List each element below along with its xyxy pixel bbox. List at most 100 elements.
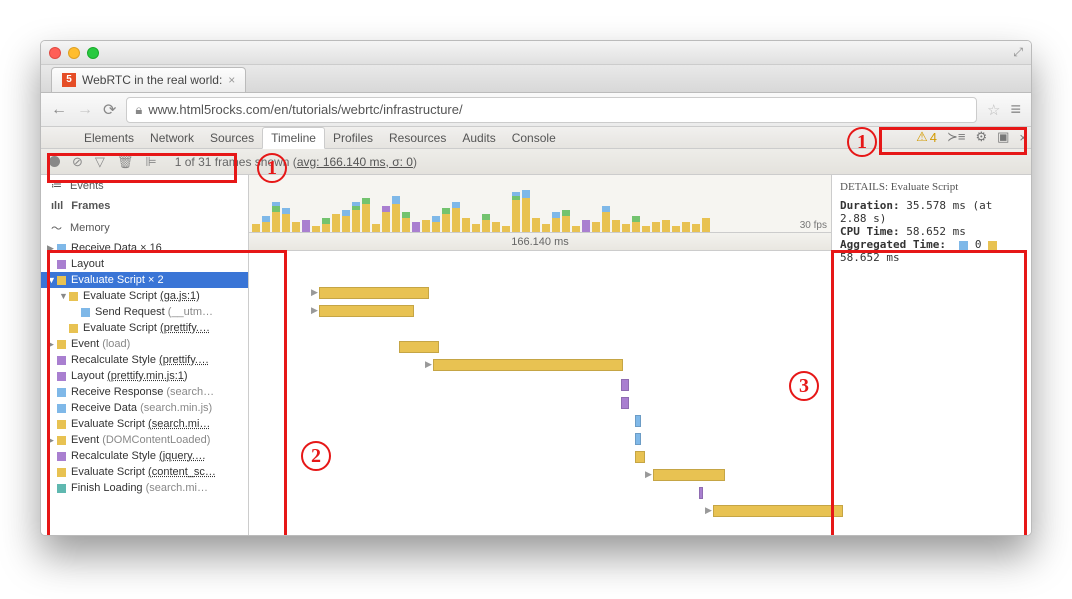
devtools-tab-sources[interactable]: Sources [202, 128, 262, 148]
warning-badge[interactable]: ⚠4 [916, 129, 937, 145]
address-bar[interactable]: 🔒︎ www.html5rocks.com/en/tutorials/webrt… [126, 97, 977, 123]
html5-favicon: 5 [62, 73, 76, 87]
console-toggle-icon[interactable]: ≻≡ [947, 129, 965, 145]
minimize-window-icon[interactable] [68, 47, 80, 59]
record-color-chip [57, 468, 66, 477]
mode-memory[interactable]: 〜Memory [41, 216, 248, 240]
overview-bar [602, 206, 610, 232]
record-icon[interactable] [49, 156, 60, 167]
record-row[interactable]: ▼Evaluate Script × 2 [41, 272, 248, 288]
reload-icon[interactable]: ⟳ [103, 100, 116, 120]
record-text: Receive Data × 16 [71, 242, 162, 254]
flame-disclosure-icon[interactable]: ▶ [311, 287, 318, 298]
frames-view-icon[interactable]: ⊫ [145, 154, 156, 170]
settings-gear-icon[interactable]: ⚙ [975, 129, 987, 145]
record-text: Evaluate Script × 2 [71, 274, 164, 286]
flame-disclosure-icon[interactable]: ▶ [645, 469, 652, 480]
browser-tab[interactable]: 5 WebRTC in the real world: × [51, 67, 246, 92]
overview-bar [352, 202, 360, 232]
flame-segment[interactable] [635, 415, 641, 427]
flame-segment[interactable] [653, 469, 725, 481]
browser-tabstrip: 5 WebRTC in the real world: × [41, 65, 1031, 93]
overview-bar [302, 220, 310, 232]
flame-segment[interactable] [433, 359, 623, 371]
record-color-chip [57, 340, 66, 349]
left-panel: ≔Events ılılFrames 〜Memory ▶Receive Data… [41, 175, 249, 535]
record-row[interactable]: Layout (prettify.min.js:1) [41, 368, 248, 384]
flame-chart[interactable]: ▶ ▶ ▶ ▶ ▶ [249, 251, 831, 535]
overview-bar [362, 198, 370, 232]
devtools-tab-profiles[interactable]: Profiles [325, 128, 381, 148]
devtools-tab-console[interactable]: Console [504, 128, 564, 148]
record-color-chip [57, 484, 66, 493]
record-row[interactable]: Send Request (__utm… [41, 304, 248, 320]
forward-icon[interactable]: → [77, 101, 93, 119]
mode-frames[interactable]: ılılFrames [41, 196, 248, 216]
flame-segment[interactable] [399, 341, 439, 353]
fullscreen-icon[interactable]: ⤢ [1013, 45, 1023, 60]
record-text: Send Request (__utm… [95, 306, 213, 318]
bookmark-icon[interactable]: ☆ [987, 101, 1000, 119]
record-row[interactable]: ▶Event (load) [41, 336, 248, 352]
overview-bar [332, 214, 340, 232]
record-text: Event (DOMContentLoaded) [71, 434, 210, 446]
record-text: Recalculate Style (jquery.… [71, 450, 206, 462]
flame-segment[interactable] [635, 451, 645, 463]
details-panel: DETAILS: Evaluate Script Duration: 35.57… [831, 175, 1031, 535]
clear-icon[interactable]: ⊘ [72, 154, 83, 170]
devtools-tab-resources[interactable]: Resources [381, 128, 454, 148]
overview-bar [662, 220, 670, 232]
devtools-tabbar: ElementsNetworkSourcesTimelineProfilesRe… [41, 127, 1031, 149]
dock-icon[interactable]: ▣ [997, 129, 1009, 145]
filter-icon[interactable]: ▽ [95, 154, 105, 170]
timeline-modes: ≔Events ılılFrames 〜Memory [41, 175, 248, 240]
flame-segment[interactable] [319, 305, 414, 317]
flame-segment[interactable] [635, 433, 641, 445]
chip-loading [959, 241, 968, 250]
zoom-window-icon[interactable] [87, 47, 99, 59]
overview-bar [582, 220, 590, 232]
record-color-chip [57, 244, 66, 253]
devtools-tab-timeline[interactable]: Timeline [262, 127, 325, 149]
record-row[interactable]: Evaluate Script (search.mi… [41, 416, 248, 432]
globe-icon: 🔒︎ [135, 102, 142, 118]
mode-events[interactable]: ≔Events [41, 175, 248, 196]
record-row[interactable]: Receive Response (search… [41, 384, 248, 400]
record-row[interactable]: Evaluate Script (content_sc… [41, 464, 248, 480]
flame-segment[interactable] [699, 487, 703, 499]
chrome-menu-icon[interactable]: ≡ [1010, 99, 1021, 120]
devtools-tab-elements[interactable]: Elements [76, 128, 142, 148]
record-row[interactable]: Receive Data (search.min.js) [41, 400, 248, 416]
record-row[interactable]: ▶Receive Data × 16 [41, 240, 248, 256]
close-devtools-icon[interactable]: × [1019, 130, 1027, 145]
flame-segment[interactable] [319, 287, 429, 299]
record-row[interactable]: ▶Event (DOMContentLoaded) [41, 432, 248, 448]
fps-label: 30 fps [800, 220, 827, 231]
garbage-icon[interactable]: 🗑 [117, 154, 134, 170]
close-tab-icon[interactable]: × [228, 73, 235, 87]
devtools-tab-audits[interactable]: Audits [454, 128, 503, 148]
record-row[interactable]: ▼Evaluate Script (ga.js:1) [41, 288, 248, 304]
devtools-tab-network[interactable]: Network [142, 128, 202, 148]
record-row[interactable]: Layout [41, 256, 248, 272]
flame-disclosure-icon[interactable]: ▶ [311, 305, 318, 316]
record-row[interactable]: Finish Loading (search.mi… [41, 480, 248, 496]
record-list[interactable]: ▶Receive Data × 16Layout▼Evaluate Script… [41, 240, 248, 535]
record-row[interactable]: Recalculate Style (prettify.… [41, 352, 248, 368]
overview-chart[interactable]: 30 fps [249, 175, 831, 233]
overview-bar [572, 226, 580, 232]
overview-bar [252, 224, 260, 232]
overview-bar [652, 222, 660, 232]
flame-segment[interactable] [621, 379, 629, 391]
record-row[interactable]: Recalculate Style (jquery.… [41, 448, 248, 464]
close-window-icon[interactable] [49, 47, 61, 59]
flame-segment[interactable] [713, 505, 843, 517]
record-color-chip [57, 372, 66, 381]
record-row[interactable]: Evaluate Script (prettify.… [41, 320, 248, 336]
back-icon[interactable]: ← [51, 101, 67, 119]
overview-bar [592, 222, 600, 232]
flame-disclosure-icon[interactable]: ▶ [705, 505, 712, 516]
overview-bar [432, 216, 440, 232]
flame-disclosure-icon[interactable]: ▶ [425, 359, 432, 370]
flame-segment[interactable] [621, 397, 629, 409]
